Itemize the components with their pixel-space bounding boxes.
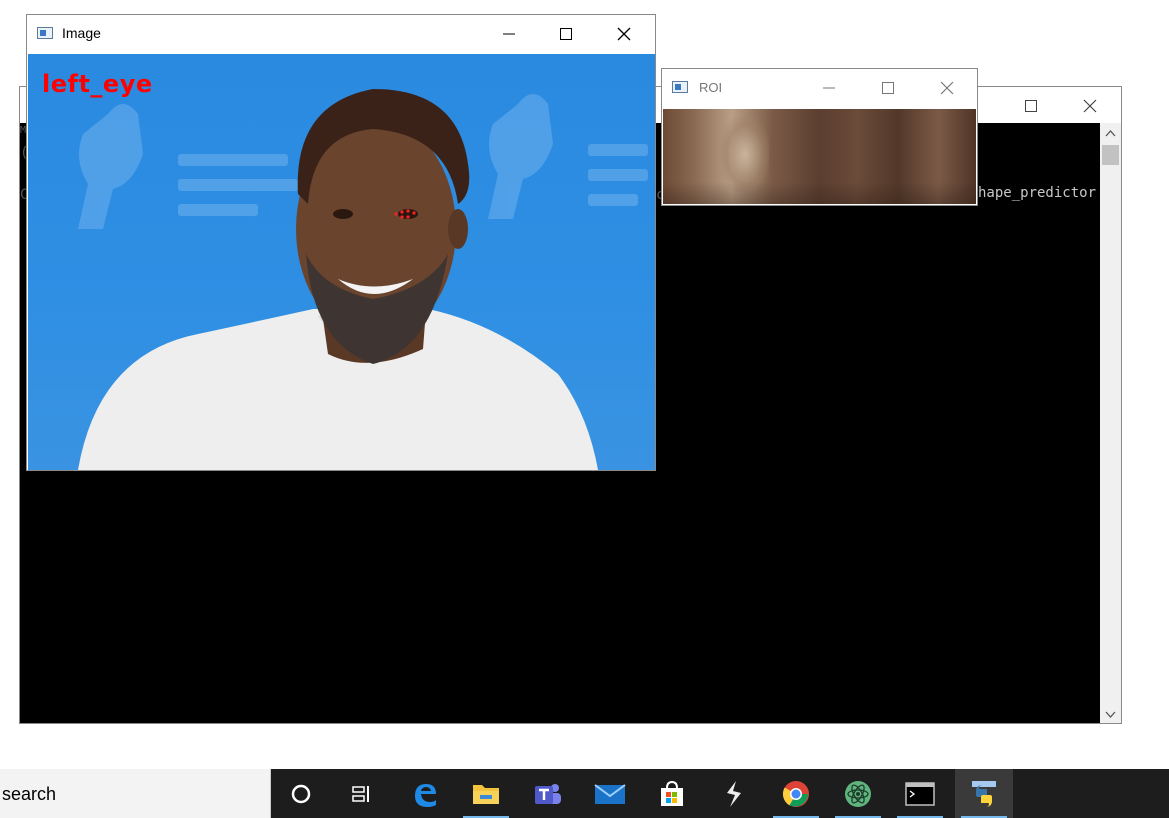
window-title: Image [62,25,101,41]
maximize-button[interactable] [865,69,911,107]
atom-icon [845,780,871,807]
terminal-icon [905,781,935,806]
roi-image [663,109,976,204]
taskbar: search [0,769,1169,818]
console-line-shape-predictor: hape_predictor [978,185,1097,201]
taskbar-mail[interactable] [581,769,639,818]
taskbar-python[interactable] [955,769,1013,818]
roi-window[interactable]: ROI [661,68,978,206]
taskbar-teams[interactable] [519,769,577,818]
taskbar-sublime[interactable] [705,769,763,818]
taskbar-atom[interactable] [829,769,887,818]
taskbar-search-box[interactable]: search [0,769,271,818]
close-button[interactable] [601,15,647,53]
maximize-button[interactable] [1008,87,1054,125]
taskbar-chrome[interactable] [767,769,825,818]
taskbar-store[interactable] [643,769,701,818]
folder-icon [473,784,499,804]
image-titlebar[interactable]: Image [27,15,655,53]
taskbar-task-view[interactable] [333,769,391,818]
image-window[interactable]: Image left_eye [26,14,656,471]
search-input[interactable]: search [2,784,56,805]
scrollbar[interactable] [1100,123,1121,723]
scrollbar-thumb[interactable] [1102,145,1119,165]
close-button[interactable] [924,69,970,107]
window-app-icon [672,81,688,93]
taskbar-cortana[interactable] [272,769,330,818]
window-app-icon [37,27,53,39]
roi-titlebar[interactable]: ROI [662,69,977,107]
minimize-button[interactable] [486,15,532,53]
overlay-label: left_eye [42,70,153,98]
portrait-photo [78,89,648,470]
task-view-icon [352,785,369,802]
close-button[interactable] [1067,87,1113,125]
taskbar-edge[interactable] [396,769,454,818]
circle-icon [291,784,311,803]
store-icon [661,780,683,806]
chrome-icon [782,780,809,807]
python-icon [972,780,996,807]
image-canvas: left_eye [28,54,655,470]
edge-icon [415,783,436,807]
scroll-up-icon[interactable] [1105,129,1116,137]
maximize-button[interactable] [543,15,589,53]
taskbar-file-explorer[interactable] [457,769,515,818]
scroll-down-icon[interactable] [1105,711,1116,719]
taskbar-terminal[interactable] [891,769,949,818]
sublime-icon [727,780,741,807]
mail-icon [594,783,626,804]
minimize-button[interactable] [806,69,852,107]
teams-icon [535,783,561,804]
window-title: ROI [699,80,723,95]
